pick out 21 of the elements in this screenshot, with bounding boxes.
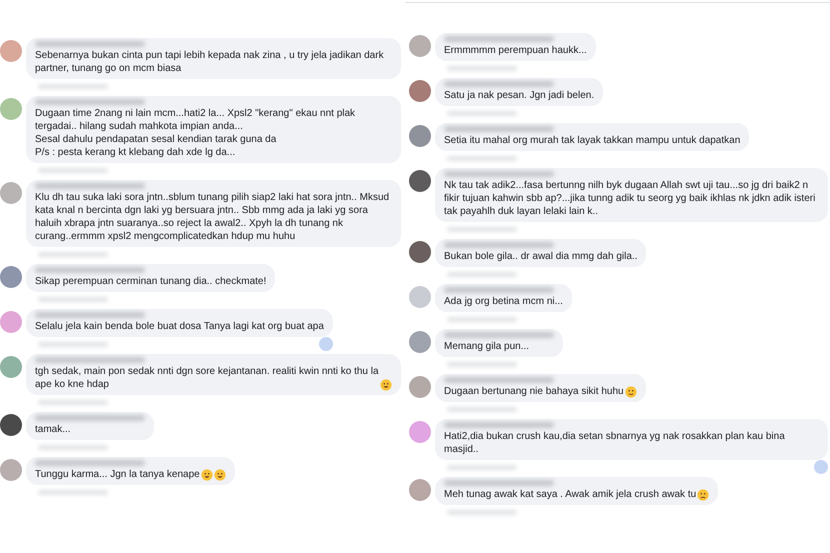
comment-text: Ermmmmm perempuan haukk... (444, 44, 587, 57)
comment-text: Ada jg org betina mcm ni... (444, 295, 563, 308)
comment-text: Memang gila pun... (444, 340, 530, 353)
comment-text: Setia itu mahal org murah tak layak takkan mampu untuk dapatkan (444, 134, 740, 147)
comment-text: Meh tunag awak kat saya . Awak amik jela crush awak tu (444, 488, 696, 501)
comment-text: Selalu jela kain benda bole buat dosa Tanya lagi kat org buat apa (35, 320, 324, 333)
comment-text: Nk tau tak adik2...fasa bertunng nilh byk dugaan Allah swt uji tau...so jg dri baik2 n fikir tujuan kahwin sbb ap?...jika tunng adik tu seorg yg baik ikhlas nk jdkn adik isteri tak payahlh duk layan lelaki lain k.. (444, 179, 816, 218)
comment-text: Klu dh tau suka laki sora jntn..sblum tunang pilih siap2 laki hat sora jntn.. Mksud kata knal n bercinta dgn laki yg bersuara jntn.. Sbb mmg ada ja laki yg sora haluih xbrapa jntn suaranya..so reject la awal2.. Xpyh la dh tunang nk curang..ermmm xpsl2 mengcomplicatedkan hdup mu huhu (35, 191, 390, 243)
comment-text: Tunggu karma... Jgn la tanya kenape (35, 468, 200, 481)
comment-text: tgh sedak, main pon sedak nnti dgn sore kejantanan. realiti kwin nnti ko thu la ape ko kne hdap (35, 365, 379, 391)
comment-text: Sikap perempuan cerminan tunang dia.. checkmate! (35, 275, 266, 288)
comment-text: Satu ja nak pesan. Jgn jadi belen. (444, 89, 594, 102)
comment-text: Dugaan bertunang nie bahaya sikit huhu (444, 385, 624, 398)
avatar[interactable] (409, 241, 431, 263)
avatar[interactable] (0, 414, 22, 436)
comment-text: Dugaan time 2nang ni lain mcm...hati2 la... Xpsl2 "kerang" ekau nnt plak tergadai.. hilang sudah mahkota impian anda... Sesal dahulu pendapatan sesal kendian tarak guna da P/s : pesta kerang kt klebang dah xde lg da... (35, 107, 356, 159)
avatar[interactable] (409, 170, 431, 192)
comment-text: Bukan bole gila.. dr awal dia mmg dah gila.. (444, 250, 638, 263)
comment-text: Hati2,dia bukan crush kau,dia setan sbnarnya yg nak rosakkan plan kau bina masjid.. (444, 430, 786, 456)
comment-text: tamak... (35, 423, 71, 436)
comment-text: Sebenarnya bukan cinta pun tapi lebih kepada nak zina , u try jela jadikan dark partner, tunang go on mcm biasa (35, 49, 385, 75)
